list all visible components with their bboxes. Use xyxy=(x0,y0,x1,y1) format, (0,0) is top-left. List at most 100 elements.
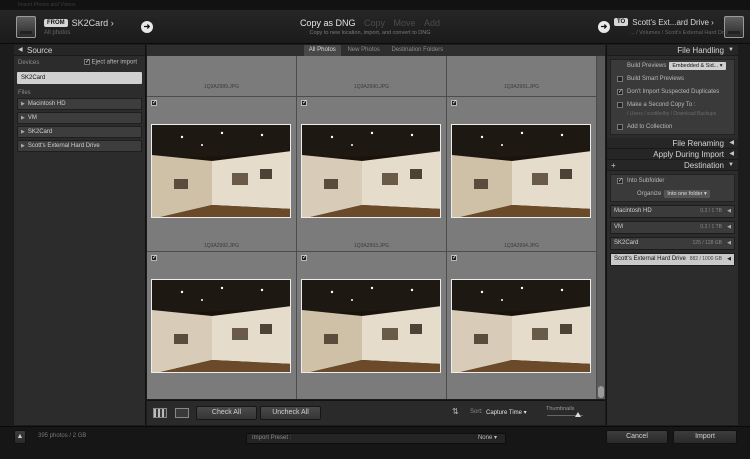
mode-description: Copy to new location, import, and conver… xyxy=(309,30,431,36)
eject-after-import-option[interactable]: ✓ Eject after import xyxy=(84,59,137,66)
build-previews-dropdown[interactable]: Embedded & Sid... ▾ xyxy=(669,62,726,70)
cancel-button[interactable]: Cancel xyxy=(606,430,668,444)
collapse-triangle-icon: ◀ xyxy=(18,47,23,53)
photo-cell[interactable]: ✓ xyxy=(447,252,597,399)
photo-checkbox[interactable]: ✓ xyxy=(451,255,457,261)
expand-triangle-icon[interactable]: ▶ xyxy=(21,115,25,121)
tab-destination-folders[interactable]: Destination Folders xyxy=(387,45,449,56)
photo-checkbox[interactable]: ✓ xyxy=(151,255,157,261)
photo-cell[interactable]: ✓ 1Q3A2994.JPG xyxy=(447,97,597,252)
file-item-vm[interactable]: ▶ VM xyxy=(17,112,142,124)
eject-label: Eject after import xyxy=(91,59,138,66)
thumbnail-slider-knob[interactable] xyxy=(574,412,581,417)
mode-copy[interactable]: Copy xyxy=(364,18,385,28)
device-item-sk2card[interactable]: SK2Card xyxy=(17,72,142,84)
destination-selector[interactable]: TO Scott's Ext...ard Drive › xyxy=(614,18,714,27)
volume-vm[interactable]: VM 0.2 / 1 TB ◀ xyxy=(610,221,735,234)
eject-checkbox[interactable]: ✓ xyxy=(84,59,90,65)
photo-thumbnail[interactable] xyxy=(151,279,291,373)
build-previews-value: Embedded & Sid... xyxy=(672,63,719,69)
sort-direction-icon[interactable]: ⇅ xyxy=(452,407,459,416)
second-copy-label: Make a Second Copy To : xyxy=(627,102,696,108)
source-drive-icon[interactable] xyxy=(16,16,36,38)
volume-macintosh-hd[interactable]: Macintosh HD 0.2 / 1 TB ◀ xyxy=(610,205,735,218)
second-copy-option[interactable]: Make a Second Copy To : / Users / scottke… xyxy=(611,99,734,121)
mode-move[interactable]: Move xyxy=(394,18,416,28)
mode-add[interactable]: Add xyxy=(424,18,440,28)
tab-all-photos[interactable]: All Photos xyxy=(303,45,341,56)
file-item-label: Macintosh HD xyxy=(27,101,66,107)
photo-thumbnail[interactable] xyxy=(301,279,441,373)
second-copy-path: / Users / scottkelby / Download Backups xyxy=(627,111,717,117)
destination-drive-icon[interactable] xyxy=(724,16,744,38)
import-header: FROM SK2Card › All photos ➜ Copy as DNG C… xyxy=(0,10,750,44)
check-all-button[interactable]: Check All xyxy=(196,406,257,420)
duplicates-checkbox[interactable]: ✓ xyxy=(617,89,623,95)
grid-view-icon[interactable] xyxy=(153,408,167,418)
expand-triangle-icon[interactable]: ◀ xyxy=(727,254,731,265)
photo-cell[interactable]: ✓ 1Q3A2993.JPG xyxy=(297,97,447,252)
photo-thumbnail[interactable] xyxy=(301,124,441,218)
expand-triangle-icon[interactable]: ▶ xyxy=(21,129,25,135)
photo-thumbnail[interactable] xyxy=(451,279,591,373)
expand-triangle-icon[interactable]: ◀ xyxy=(727,206,731,217)
into-subfolder-option[interactable]: ✓ Into Subfolder xyxy=(611,175,734,188)
photo-checkbox[interactable]: ✓ xyxy=(301,100,307,106)
import-preset-dropdown[interactable]: Import Preset : None ▾ xyxy=(246,433,506,444)
volume-name: Scott's External Hard Drive xyxy=(614,256,686,262)
expand-triangle-icon: ◀ xyxy=(729,140,734,146)
grid-scrollbar[interactable] xyxy=(597,56,605,399)
photo-checkbox[interactable]: ✓ xyxy=(451,100,457,106)
destination-name: Scott's Ext...ard Drive xyxy=(632,18,709,27)
file-item-external-drive[interactable]: ▶ Scott's External Hard Drive xyxy=(17,140,142,152)
expand-triangle-icon[interactable]: ◀ xyxy=(727,222,731,233)
photo-checkbox[interactable]: ✓ xyxy=(301,255,307,261)
photo-thumbnail[interactable] xyxy=(451,124,591,218)
expand-triangle-icon[interactable]: ◀ xyxy=(727,238,731,249)
dont-import-duplicates-option[interactable]: ✓ Don't Import Suspected Duplicates xyxy=(611,86,734,99)
photo-cell[interactable]: 1Q3A2991.JPG xyxy=(447,56,597,97)
file-item-macintosh-hd[interactable]: ▶ Macintosh HD xyxy=(17,98,142,110)
expand-triangle-icon[interactable]: ▶ xyxy=(21,143,25,149)
from-badge: FROM xyxy=(44,19,68,27)
photo-cell[interactable]: ✓ 1Q3A2992.JPG xyxy=(147,97,297,252)
file-renaming-header[interactable]: File Renaming ◀ xyxy=(607,138,738,149)
photo-filename: 1Q3A2989.JPG xyxy=(203,84,240,90)
source-panel-header[interactable]: ◀ Source xyxy=(14,45,145,56)
right-panel: File Handling ▼ Build Previews Embedded & … xyxy=(606,45,738,425)
photo-thumbnail[interactable] xyxy=(151,124,291,218)
destination-arrow-icon[interactable]: ➜ xyxy=(598,21,610,33)
loupe-view-icon[interactable] xyxy=(175,408,189,418)
uncheck-all-button[interactable]: Uncheck All xyxy=(260,406,321,420)
expand-triangle-icon[interactable]: ▶ xyxy=(21,101,25,107)
source-selector[interactable]: FROM SK2Card › xyxy=(44,18,114,28)
file-handling-header[interactable]: File Handling ▼ xyxy=(607,45,738,56)
volume-sk2card[interactable]: SK2Card 125 / 128 GB ◀ xyxy=(610,237,735,250)
add-collection-checkbox[interactable] xyxy=(617,124,623,130)
smart-previews-option[interactable]: Build Smart Previews xyxy=(611,73,734,86)
source-subtitle: All photos xyxy=(44,30,71,36)
source-arrow-icon[interactable]: ➜ xyxy=(141,21,153,33)
tab-new-photos[interactable]: New Photos xyxy=(342,45,384,56)
volume-external-drive[interactable]: Scott's External Hard Drive 882 / 1000 GB… xyxy=(610,253,735,266)
collapse-dialog-icon[interactable]: ▲ xyxy=(14,430,26,444)
scrollbar-thumb[interactable] xyxy=(598,386,604,398)
apply-during-import-header[interactable]: Apply During Import ◀ xyxy=(607,149,738,160)
photo-cell[interactable]: 1Q3A2990.JPG xyxy=(297,56,447,97)
photo-checkbox[interactable]: ✓ xyxy=(151,100,157,106)
photo-cell[interactable]: ✓ xyxy=(297,252,447,399)
smart-previews-checkbox[interactable] xyxy=(617,76,623,82)
sort-dropdown[interactable]: Capture Time ▾ xyxy=(486,409,527,416)
mode-copy-as-dng[interactable]: Copy as DNG xyxy=(300,18,356,28)
second-copy-checkbox[interactable] xyxy=(617,102,623,108)
into-subfolder-checkbox[interactable]: ✓ xyxy=(617,178,623,184)
photo-cell[interactable]: 1Q3A2989.JPG xyxy=(147,56,297,97)
add-folder-icon[interactable]: + xyxy=(611,160,616,171)
file-item-sk2card[interactable]: ▶ SK2Card xyxy=(17,126,142,138)
add-to-collection-option[interactable]: Add to Collection xyxy=(611,121,734,134)
photo-grid-area: All Photos New Photos Destination Folder… xyxy=(147,45,605,399)
destination-header[interactable]: + Destination ▼ xyxy=(607,160,738,171)
photo-cell[interactable]: ✓ xyxy=(147,252,297,399)
organize-dropdown[interactable]: Into one folder ▾ xyxy=(664,190,710,198)
import-button[interactable]: Import xyxy=(673,430,737,444)
